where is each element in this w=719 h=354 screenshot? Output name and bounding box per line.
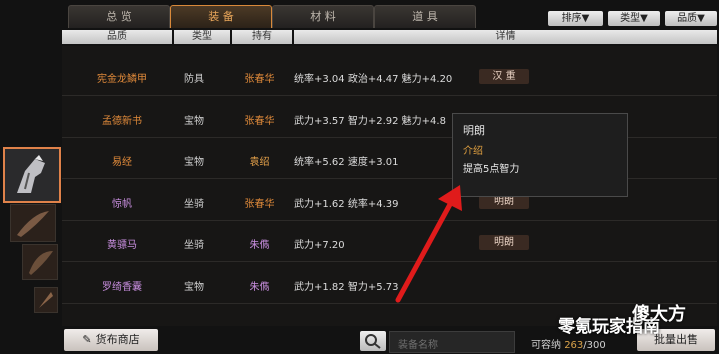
horse-icon[interactable] bbox=[3, 147, 61, 203]
item-owner: 朱儁 bbox=[249, 240, 270, 251]
search-icon[interactable] bbox=[360, 331, 386, 351]
item-name: 黄骠马 bbox=[107, 240, 137, 251]
capacity-text: 可容纳 263/300 bbox=[531, 336, 606, 351]
item-type: 坐骑 bbox=[184, 240, 204, 251]
table-row[interactable]: 宪金龙鳞甲 防具 张春华 统率+3.04 政治+4.47 魅力+4.20 汉 重 bbox=[62, 58, 717, 96]
header-detail: 详情 bbox=[294, 30, 717, 44]
item-name: 宪金龙鳞甲 bbox=[97, 74, 147, 85]
item-type: 宝物 bbox=[184, 282, 204, 293]
item-owner: 张春华 bbox=[244, 199, 275, 210]
item-type: 防具 bbox=[184, 74, 204, 85]
item-type: 坐骑 bbox=[184, 199, 204, 210]
item-detail: 武力+7.20 bbox=[294, 240, 345, 251]
item-owner: 朱儁 bbox=[249, 282, 270, 293]
feather-icon[interactable] bbox=[10, 204, 56, 242]
item-detail: 武力+3.57 智力+2.92 魅力+4.8 bbox=[294, 116, 446, 127]
item-tag[interactable]: 汉 重 bbox=[479, 69, 529, 84]
item-owner: 袁绍 bbox=[249, 157, 270, 168]
item-tag[interactable]: 明朗 bbox=[479, 235, 529, 250]
tab-equipment[interactable]: 装 备 bbox=[170, 5, 272, 28]
fan-icon[interactable] bbox=[22, 244, 58, 280]
arrow-icon bbox=[395, 185, 462, 303]
item-detail: 统率+5.62 速度+3.01 bbox=[294, 157, 399, 168]
item-owner: 张春华 bbox=[244, 74, 275, 85]
tooltip-popup: 明朗 介绍 提高5点智力 bbox=[452, 113, 628, 197]
item-type: 宝物 bbox=[184, 157, 204, 168]
item-detail: 统率+3.04 政治+4.47 魅力+4.20 bbox=[294, 74, 453, 85]
search-input[interactable]: 装备名称 bbox=[389, 331, 515, 353]
tab-items[interactable]: 道 具 bbox=[374, 5, 476, 28]
item-type: 宝物 bbox=[184, 116, 204, 127]
header-type[interactable]: 类型 bbox=[174, 30, 230, 44]
search-placeholder: 装备名称 bbox=[398, 340, 438, 351]
capacity-label: 可容纳 bbox=[531, 340, 561, 351]
shop-icon: ✎ bbox=[82, 333, 92, 346]
shop-button[interactable]: ✎ 货布商店 bbox=[64, 329, 158, 351]
shop-button-label: 货布商店 bbox=[95, 333, 140, 346]
popup-title: 明朗 bbox=[463, 124, 485, 137]
sort-quality-button[interactable]: 品质▼ bbox=[665, 11, 717, 26]
header-owner[interactable]: 持有 bbox=[232, 30, 292, 44]
capacity-total: /300 bbox=[583, 340, 606, 351]
item-name: 罗绮香囊 bbox=[102, 282, 142, 293]
sort-order-button[interactable]: 排序▼ bbox=[548, 11, 603, 26]
item-name: 孟德新书 bbox=[102, 116, 142, 127]
tab-overview[interactable]: 总 览 bbox=[68, 5, 170, 28]
popup-section-label: 介绍 bbox=[463, 146, 483, 157]
item-owner: 张春华 bbox=[244, 116, 275, 127]
sort-type-button[interactable]: 类型▼ bbox=[608, 11, 660, 26]
tab-materials[interactable]: 材 料 bbox=[272, 5, 374, 28]
item-name: 惊帆 bbox=[112, 199, 132, 210]
header-quality[interactable]: 品质 bbox=[62, 30, 172, 44]
popup-description: 提高5点智力 bbox=[463, 164, 520, 175]
item-small-icon[interactable] bbox=[34, 287, 58, 313]
item-name: 易经 bbox=[112, 157, 132, 168]
capacity-used: 263 bbox=[564, 340, 584, 351]
watermark-brand: 傻大方 bbox=[632, 304, 686, 325]
